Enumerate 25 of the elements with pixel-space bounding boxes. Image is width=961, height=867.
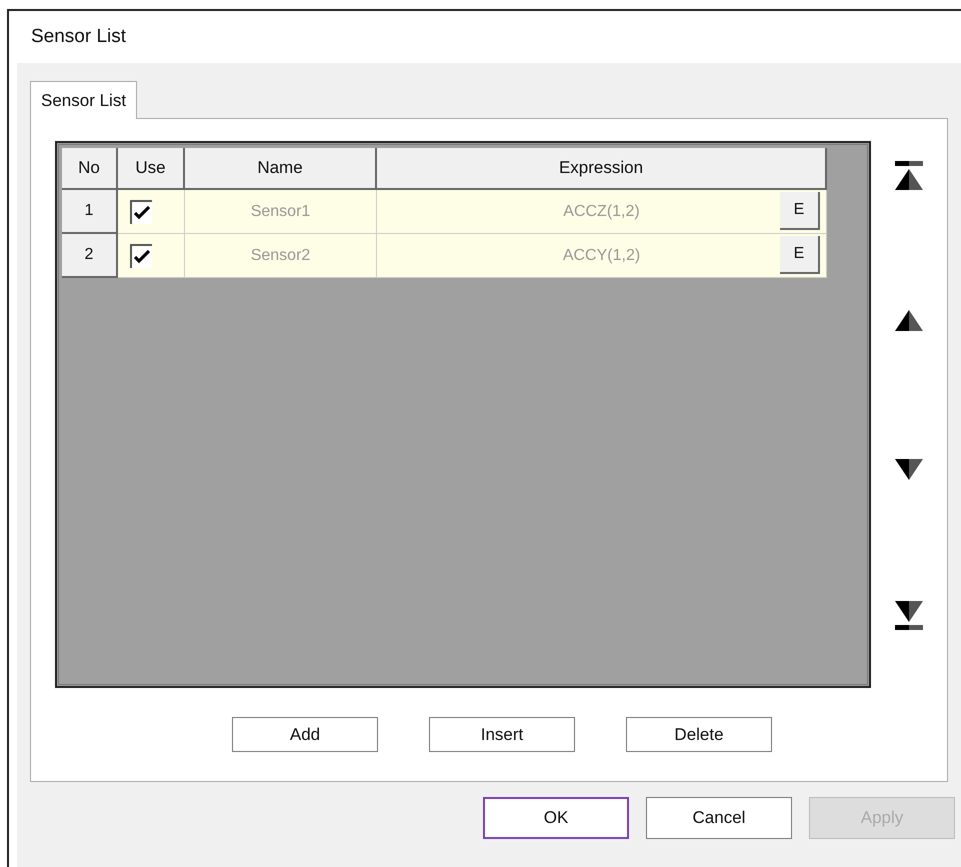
dialog-button[interactable]: Cancel (646, 797, 792, 839)
list-button[interactable]: Insert (429, 717, 575, 752)
column-header: No (62, 148, 118, 190)
checkbox[interactable] (130, 200, 152, 224)
window-title: Sensor List (30, 25, 128, 49)
table-cell: Sensor1 (185, 190, 377, 234)
table-cell: ACCY(1,2) (562, 246, 640, 264)
table-cell: Sensor2 (185, 234, 377, 278)
row-number: 2 (62, 234, 118, 278)
edit-button[interactable]: E (780, 236, 820, 274)
edit-button[interactable]: E (780, 192, 820, 230)
row-number: 1 (62, 190, 118, 234)
list-button[interactable]: Delete (626, 717, 772, 752)
move-to-top-icon[interactable] (895, 161, 924, 190)
table-cell: ACCZ(1,2) (563, 202, 640, 220)
column-header: Expression (377, 148, 827, 190)
checkbox[interactable] (130, 244, 152, 268)
dialog-button[interactable]: OK (483, 797, 629, 839)
tab[interactable]: Sensor List (30, 81, 138, 119)
list-button[interactable]: Add (232, 717, 378, 752)
move-up-icon[interactable] (895, 310, 924, 331)
move-down-icon[interactable] (895, 459, 924, 480)
column-header: Name (185, 148, 377, 190)
column-header: Use (118, 148, 185, 190)
move-to-bottom-icon[interactable] (895, 601, 924, 630)
